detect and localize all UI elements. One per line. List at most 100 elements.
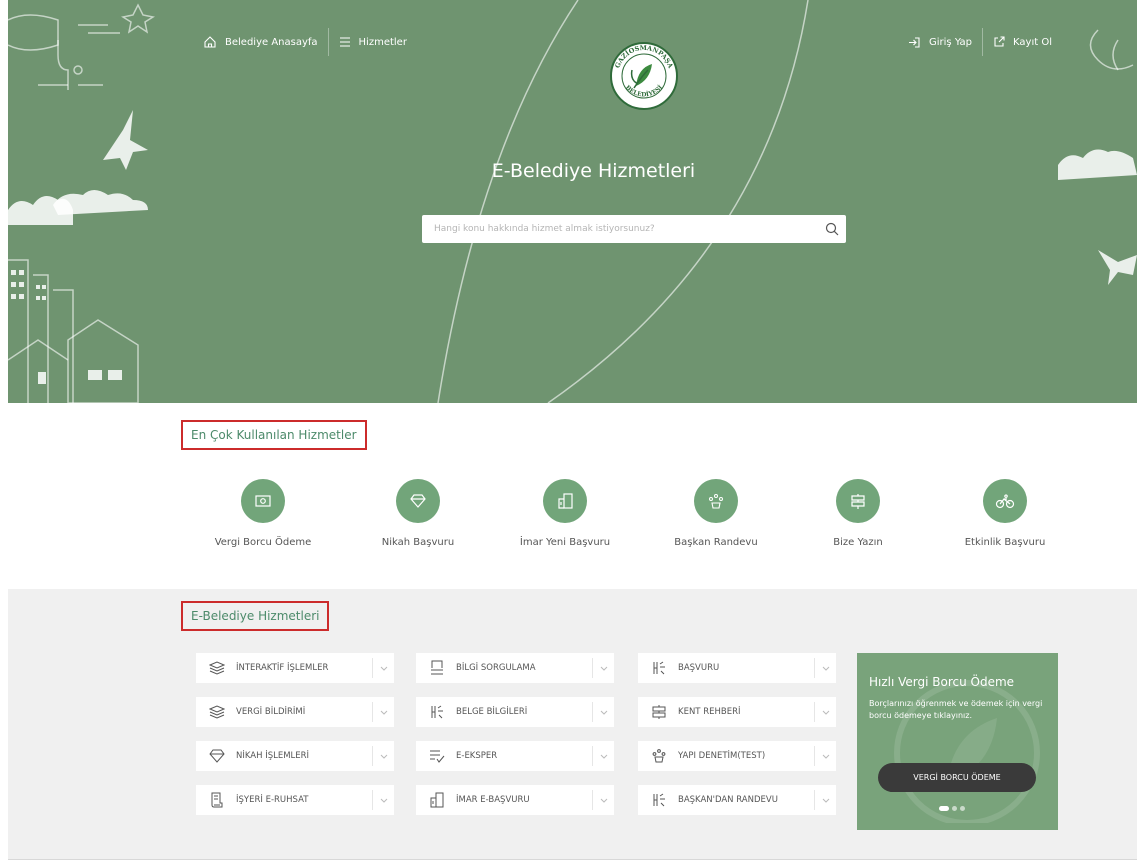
- chevron-down-icon[interactable]: [372, 746, 394, 766]
- e-belediye-services-section: E-Belediye Hizmetleri İNTERAKTİF İŞLEMLE…: [8, 589, 1137, 859]
- popular-item-label: İmar Yeni Başvuru: [519, 537, 611, 548]
- layers-icon: [202, 705, 232, 719]
- register-label: Kayıt Ol: [1013, 36, 1052, 48]
- search-button[interactable]: [818, 215, 846, 243]
- hero-banner: Belediye Anasayfa Hizmetler Giriş Yap Ka…: [8, 0, 1137, 403]
- hero-illustration: [8, 0, 1137, 403]
- chevron-down-icon[interactable]: [592, 658, 614, 678]
- chevron-down-icon[interactable]: [592, 746, 614, 766]
- service-item-label: BAŞVURU: [678, 663, 720, 673]
- popular-item-nikah-basvuru[interactable]: Nikah Başvuru: [358, 479, 478, 548]
- search-input[interactable]: [422, 215, 818, 243]
- money-icon: [241, 479, 285, 523]
- popular-item-imar-yeni-basvuru[interactable]: İmar Yeni Başvuru: [505, 479, 625, 548]
- search-icon: [825, 222, 839, 236]
- hand-icon: [644, 792, 674, 808]
- carousel-dot[interactable]: [952, 806, 957, 811]
- service-item-label: BAŞKAN'DAN RANDEVU: [678, 795, 778, 805]
- nav-services-link[interactable]: Hizmetler: [339, 36, 407, 48]
- license-icon: [202, 792, 232, 808]
- service-item-e-eksper[interactable]: E-EKSPER: [416, 741, 614, 771]
- popular-item-baskan-randevu[interactable]: Başkan Randevu: [656, 479, 776, 548]
- service-item-label: KENT REHBERİ: [678, 707, 741, 717]
- service-item-basvuru[interactable]: BAŞVURU: [638, 653, 836, 683]
- service-item-belge-bilgileri[interactable]: BELGE BİLGİLERİ: [416, 697, 614, 727]
- signpost-icon: [644, 704, 674, 720]
- chevron-down-icon[interactable]: [372, 790, 394, 810]
- service-item-label: BELGE BİLGİLERİ: [456, 707, 528, 717]
- search-box: [422, 215, 846, 243]
- top-navigation: Belediye Anasayfa Hizmetler Giriş Yap Ka…: [8, 28, 1137, 56]
- chevron-down-icon[interactable]: [372, 658, 394, 678]
- popular-item-label: Başkan Randevu: [674, 537, 758, 548]
- meeting-icon: [644, 748, 674, 764]
- service-item-imar-e-basvuru[interactable]: İMAR E-BAŞVURU: [416, 785, 614, 815]
- chevron-down-icon[interactable]: [814, 702, 836, 722]
- chevron-down-icon[interactable]: [814, 746, 836, 766]
- service-item-label: İNTERAKTİF İŞLEMLER: [236, 663, 329, 673]
- nav-services-label: Hizmetler: [358, 36, 407, 48]
- popular-services-section: En Çok Kullanılan Hizmetler Vergi Borcu …: [8, 403, 1137, 589]
- service-item-label: NİKAH İŞLEMLERİ: [236, 751, 310, 761]
- diamond-icon: [396, 479, 440, 523]
- nav-divider: [327, 28, 329, 56]
- leaf-watermark-icon: [894, 680, 1040, 823]
- chevron-down-icon[interactable]: [592, 790, 614, 810]
- service-item-label: E-EKSPER: [456, 751, 498, 761]
- popular-item-label: Etkinlik Başvuru: [964, 537, 1046, 548]
- meeting-icon: [694, 479, 738, 523]
- service-item-label: YAPI DENETİM(TEST): [678, 751, 766, 761]
- home-icon: [204, 36, 216, 48]
- login-label: Giriş Yap: [929, 36, 973, 48]
- external-link-icon: [994, 36, 1005, 47]
- bicycle-icon: [983, 479, 1027, 523]
- building-plan-icon: [422, 792, 452, 808]
- hand-icon: [644, 660, 674, 676]
- chevron-down-icon[interactable]: [592, 702, 614, 722]
- service-item-label: İMAR E-BAŞVURU: [456, 795, 530, 805]
- popular-item-label: Nikah Başvuru: [381, 537, 455, 548]
- quick-tax-payment-card: Hızlı Vergi Borcu Ödeme Borçlarınızı öğr…: [857, 653, 1058, 830]
- service-item-nikah-islemleri[interactable]: NİKAH İŞLEMLERİ: [196, 741, 394, 771]
- chevron-down-icon[interactable]: [814, 658, 836, 678]
- page: Belediye Anasayfa Hizmetler Giriş Yap Ka…: [0, 0, 1145, 867]
- service-item-interaktif-islemler[interactable]: İNTERAKTİF İŞLEMLER: [196, 653, 394, 683]
- carousel-dots: [939, 806, 968, 811]
- building-plan-icon: [543, 479, 587, 523]
- quick-pay-title: Hızlı Vergi Borcu Ödeme: [869, 675, 1015, 689]
- carousel-dot-active[interactable]: [939, 806, 949, 811]
- service-item-label: İŞYERİ E-RUHSAT: [236, 795, 309, 805]
- popular-item-vergi-borcu-odeme[interactable]: Vergi Borcu Ödeme: [203, 479, 323, 548]
- register-link[interactable]: Kayıt Ol: [993, 36, 1052, 48]
- service-item-kent-rehberi[interactable]: KENT REHBERİ: [638, 697, 836, 727]
- nav-home-label: Belediye Anasayfa: [225, 36, 318, 48]
- tax-payment-button[interactable]: VERGİ BORCU ÖDEME: [878, 763, 1036, 792]
- diamond-icon: [202, 749, 232, 763]
- service-item-label: BİLGİ SORGULAMA: [456, 663, 536, 673]
- nav-divider: [982, 28, 984, 56]
- service-item-vergi-bildirimi[interactable]: VERGİ BİLDİRİMİ: [196, 697, 394, 727]
- popular-item-label: Vergi Borcu Ödeme: [214, 537, 312, 548]
- service-item-yapi-denetim[interactable]: YAPI DENETİM(TEST): [638, 741, 836, 771]
- layers-icon: [202, 661, 232, 675]
- popular-services-title: En Çok Kullanılan Hizmetler: [181, 420, 367, 450]
- municipality-logo[interactable]: GAZİOSMANPAŞA BELEDİYESİ: [608, 40, 680, 112]
- chevron-down-icon[interactable]: [814, 790, 836, 810]
- login-link[interactable]: Giriş Yap: [908, 36, 972, 49]
- list-check-icon: [422, 749, 452, 763]
- service-item-isyeri-e-ruhsat[interactable]: İŞYERİ E-RUHSAT: [196, 785, 394, 815]
- e-belediye-services-title: E-Belediye Hizmetleri: [181, 601, 330, 631]
- carousel-dot[interactable]: [960, 806, 965, 811]
- popular-item-bize-yazin[interactable]: Bize Yazın: [798, 479, 918, 548]
- popular-item-etkinlik-basvuru[interactable]: Etkinlik Başvuru: [945, 479, 1065, 548]
- popular-item-label: Bize Yazın: [833, 537, 883, 548]
- service-item-bilgi-sorgulama[interactable]: BİLGİ SORGULAMA: [416, 653, 614, 683]
- quick-pay-description: Borçlarınızı öğrenmek ve ödemek için ver…: [869, 699, 1043, 720]
- service-item-baskandan-randevu[interactable]: BAŞKAN'DAN RANDEVU: [638, 785, 836, 815]
- nav-home-link[interactable]: Belediye Anasayfa: [203, 35, 318, 49]
- menu-icon: [339, 37, 350, 47]
- inbox-icon: [422, 660, 452, 676]
- service-item-label: VERGİ BİLDİRİMİ: [236, 707, 306, 717]
- chevron-down-icon[interactable]: [372, 702, 394, 722]
- login-icon: [909, 36, 920, 48]
